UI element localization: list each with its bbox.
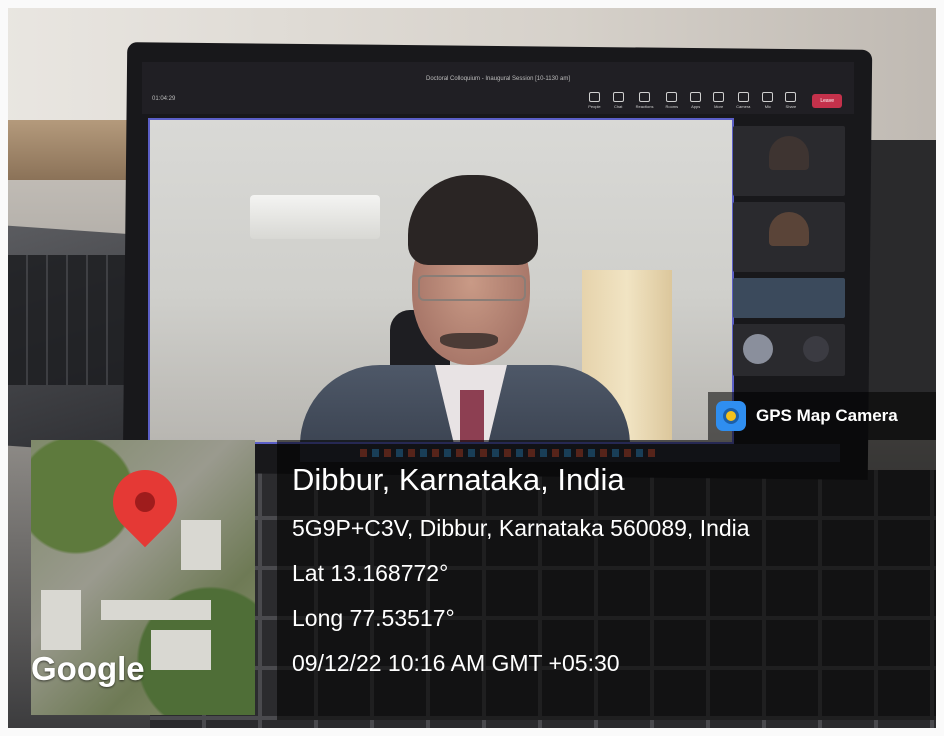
speaker-person bbox=[300, 175, 630, 442]
apps-label: Apps bbox=[691, 104, 701, 109]
participant-video bbox=[769, 212, 809, 246]
share-label: Share bbox=[785, 104, 797, 109]
reactions-label: Reactions bbox=[635, 104, 654, 109]
participant-tile[interactable] bbox=[733, 126, 845, 196]
map-building bbox=[101, 600, 211, 620]
share-icon bbox=[785, 92, 797, 102]
latitude-line: Lat 13.168772° bbox=[292, 560, 449, 586]
more-label: More bbox=[714, 104, 724, 109]
people-button[interactable]: People bbox=[588, 92, 601, 109]
map-building bbox=[181, 520, 221, 570]
meeting-toolbar: Doctoral Colloquium - Inaugural Session … bbox=[142, 62, 854, 114]
mic-icon bbox=[762, 92, 774, 102]
map-building bbox=[41, 590, 81, 650]
meeting-tools: People Chat Reactions Rooms Apps More Ca… bbox=[588, 92, 842, 109]
location-info-panel: Dibbur, Karnataka, India 5G9P+C3V, Dibbu… bbox=[277, 440, 944, 720]
rooms-icon bbox=[666, 92, 678, 102]
datetime-line: 09/12/22 10:16 AM GMT +05:30 bbox=[292, 650, 620, 676]
chat-icon bbox=[612, 92, 624, 102]
reactions-icon bbox=[639, 92, 651, 102]
gps-map-camera-badge: GPS Map Camera bbox=[708, 392, 944, 440]
reactions-button[interactable]: Reactions bbox=[635, 92, 654, 109]
mustache bbox=[440, 333, 498, 349]
participant-tile[interactable] bbox=[733, 278, 845, 318]
mic-label: Mic bbox=[764, 104, 771, 109]
participant-video bbox=[769, 136, 809, 170]
location-pin-icon bbox=[99, 456, 191, 570]
camera-button[interactable]: Camera bbox=[736, 92, 750, 109]
more-button[interactable]: More bbox=[713, 92, 725, 109]
apps-icon bbox=[690, 92, 702, 102]
participant-tile[interactable] bbox=[733, 324, 845, 376]
mic-button[interactable]: Mic bbox=[762, 92, 774, 109]
people-label: People bbox=[588, 104, 601, 109]
main-video-stage bbox=[148, 118, 734, 444]
camera-lens-icon bbox=[723, 408, 739, 424]
share-button[interactable]: Share bbox=[785, 92, 797, 109]
rooms-button[interactable]: Rooms bbox=[665, 92, 678, 109]
chat-button[interactable]: Chat bbox=[612, 92, 624, 109]
gps-map-camera-logo-icon bbox=[716, 401, 746, 431]
left-laptop-keyboard bbox=[8, 255, 128, 385]
longitude-line: Long 77.53517° bbox=[292, 605, 455, 631]
google-logo: Google bbox=[31, 650, 145, 687]
camera-label: Camera bbox=[736, 104, 751, 109]
people-icon bbox=[588, 92, 600, 102]
meeting-timer: 01:04:29 bbox=[152, 96, 176, 102]
participant-tile[interactable] bbox=[733, 202, 845, 272]
camera-icon bbox=[737, 92, 749, 102]
eyeglasses bbox=[418, 275, 526, 301]
more-participants-badge bbox=[803, 336, 829, 362]
location-title: Dibbur, Karnataka, India bbox=[292, 462, 625, 497]
meeting-title: Doctoral Colloquium - Inaugural Session … bbox=[426, 76, 570, 82]
hair bbox=[408, 175, 538, 265]
more-icon bbox=[713, 92, 725, 102]
pin-center bbox=[135, 492, 155, 512]
map-thumbnail: Google bbox=[31, 440, 255, 715]
leave-button[interactable]: Leave bbox=[812, 93, 842, 108]
address-line: 5G9P+C3V, Dibbur, Karnataka 560089, Indi… bbox=[292, 515, 750, 541]
chat-label: Chat bbox=[613, 104, 623, 109]
map-building bbox=[151, 630, 211, 670]
tie bbox=[460, 390, 484, 442]
apps-button[interactable]: Apps bbox=[690, 92, 702, 109]
app-name: GPS Map Camera bbox=[756, 406, 898, 425]
rooms-label: Rooms bbox=[665, 104, 679, 109]
participant-avatar bbox=[743, 334, 773, 364]
